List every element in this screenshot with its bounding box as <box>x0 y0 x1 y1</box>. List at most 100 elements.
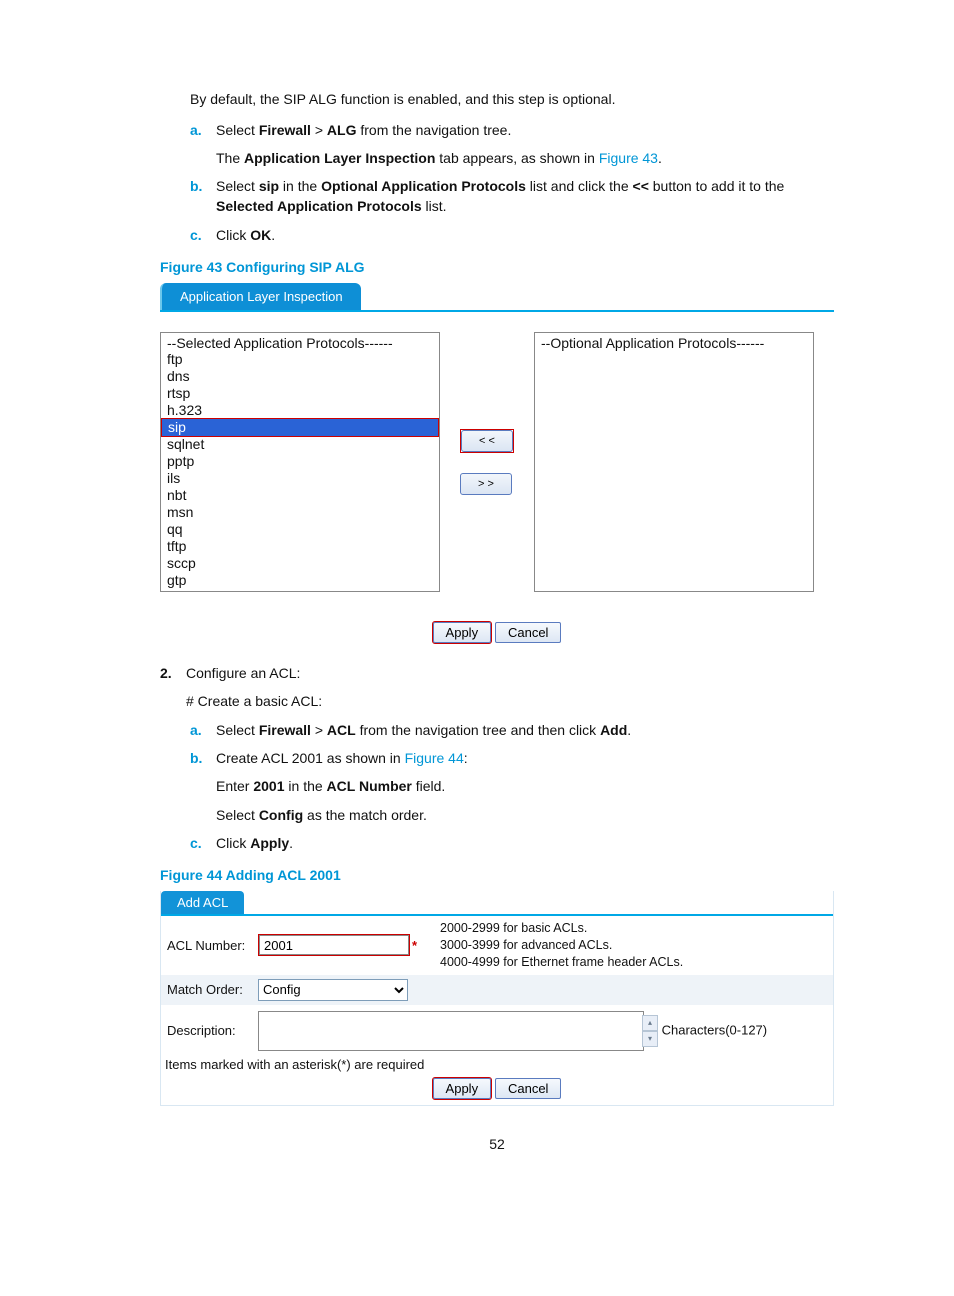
step-2: 2. Configure an ACL: <box>160 663 834 683</box>
list-item[interactable]: h.323 <box>161 402 439 419</box>
figure-43: Application Layer Inspection --Selected … <box>160 283 834 643</box>
b: ACL <box>327 722 356 738</box>
step-a: a. Select Firewall > ALG from the naviga… <box>190 120 834 140</box>
b: sip <box>259 178 279 194</box>
marker-b: b. <box>190 748 216 768</box>
selected-protocols-listbox[interactable]: --Selected Application Protocols------ f… <box>160 332 440 592</box>
tab-add-acl[interactable]: Add ACL <box>161 891 244 914</box>
selected-protocols-header: --Selected Application Protocols------ <box>161 333 439 351</box>
chars-hint: Characters(0-127) <box>662 1022 768 1037</box>
list-item[interactable]: sqlnet <box>161 436 439 453</box>
t: : <box>464 750 468 766</box>
b: Application Layer Inspection <box>244 150 435 166</box>
t: . <box>271 227 275 243</box>
list-item[interactable]: sccp <box>161 555 439 572</box>
tabstrip: Application Layer Inspection <box>160 283 834 312</box>
t: in the <box>285 778 327 794</box>
page-number: 52 <box>160 1136 834 1152</box>
match-order-label: Match Order: <box>161 976 252 1003</box>
acl-hint: 2000-2999 for basic ACLs. 3000-3999 for … <box>434 916 833 975</box>
step-2-title: Configure an ACL: <box>186 663 834 683</box>
list-item[interactable]: nbt <box>161 487 439 504</box>
list-item[interactable]: ils <box>161 470 439 487</box>
b: Apply <box>250 835 289 851</box>
row-acl-number: ACL Number: * 2000-2999 for basic ACLs. … <box>161 916 833 975</box>
t: Create ACL 2001 as shown in <box>216 750 405 766</box>
b: 2001 <box>253 778 284 794</box>
xref-figure-44[interactable]: Figure 44 <box>405 750 464 766</box>
t: list. <box>422 198 447 214</box>
t: Select <box>216 178 259 194</box>
list-item[interactable]: dns <box>161 368 439 385</box>
figure-44: Add ACL ACL Number: * 2000-2999 for basi… <box>160 891 834 1106</box>
b: ACL Number <box>327 778 412 794</box>
match-order-select[interactable]: Config <box>258 979 408 1001</box>
list-item[interactable]: msn <box>161 504 439 521</box>
list-item[interactable]: sip <box>161 418 439 437</box>
t: . <box>289 835 293 851</box>
figure-44-caption: Figure 44 Adding ACL 2001 <box>160 867 834 883</box>
b: ALG <box>327 122 357 138</box>
apply-button[interactable]: Apply <box>433 1078 492 1099</box>
b: << <box>633 178 649 194</box>
t: Enter <box>216 778 253 794</box>
marker-2: 2. <box>160 663 186 683</box>
list-item[interactable]: rtsp <box>161 385 439 402</box>
figure-43-caption: Figure 43 Configuring SIP ALG <box>160 259 834 275</box>
t: > <box>311 722 327 738</box>
apply-button[interactable]: Apply <box>433 622 492 643</box>
description-label: Description: <box>161 1017 252 1044</box>
t: The <box>216 150 244 166</box>
t: as the match order. <box>303 807 427 823</box>
row-description: Description: ▴▾ Characters(0-127) <box>161 1005 833 1057</box>
t: . <box>627 722 631 738</box>
step-2-sub: # Create a basic ACL: <box>186 691 834 711</box>
b: Config <box>259 807 303 823</box>
list-item[interactable]: gtp <box>161 572 439 589</box>
cancel-button[interactable]: Cancel <box>495 1078 561 1099</box>
acl-number-input[interactable] <box>259 935 409 955</box>
marker-c: c. <box>190 833 216 853</box>
hint-line: 2000-2999 for basic ACLs. <box>440 921 587 935</box>
list-item[interactable]: qq <box>161 521 439 538</box>
xref-figure-43[interactable]: Figure 43 <box>599 150 658 166</box>
required-note: Items marked with an asterisk(*) are req… <box>161 1057 833 1074</box>
b: Optional Application Protocols <box>321 178 526 194</box>
marker-a: a. <box>190 120 216 140</box>
scrollbar-icon: ▴▾ <box>642 1015 658 1047</box>
t: list and click the <box>526 178 633 194</box>
marker-b: b. <box>190 176 216 217</box>
t: Select <box>216 722 259 738</box>
t: in the <box>279 178 321 194</box>
cancel-button[interactable]: Cancel <box>495 622 561 643</box>
step-b: b. Select sip in the Optional Applicatio… <box>190 176 834 217</box>
optional-protocols-listbox[interactable]: --Optional Application Protocols------ <box>534 332 814 592</box>
b: Selected Application Protocols <box>216 198 422 214</box>
t: . <box>658 150 662 166</box>
add-button[interactable]: < < <box>461 430 513 452</box>
t: from the navigation tree. <box>356 122 511 138</box>
b: Firewall <box>259 722 311 738</box>
t: Select <box>216 807 259 823</box>
list-item[interactable]: tftp <box>161 538 439 555</box>
hint-line: 3000-3999 for advanced ACLs. <box>440 938 612 952</box>
tab-application-layer-inspection[interactable]: Application Layer Inspection <box>160 283 361 310</box>
b: Firewall <box>259 122 311 138</box>
list-item[interactable]: pptp <box>161 453 439 470</box>
step2-b: b. Create ACL 2001 as shown in Figure 44… <box>190 748 834 768</box>
t: Select <box>216 122 259 138</box>
t: Click <box>216 835 250 851</box>
t: Click <box>216 227 250 243</box>
acl-number-label: ACL Number: <box>161 932 252 959</box>
tabstrip: Add ACL <box>161 891 833 916</box>
t: from the navigation tree and then click <box>356 722 600 738</box>
description-textarea[interactable] <box>258 1011 644 1051</box>
list-item[interactable]: ftp <box>161 351 439 368</box>
remove-button[interactable]: > > <box>460 473 512 495</box>
b: Add <box>600 722 627 738</box>
step-c: c. Click OK. <box>190 225 834 245</box>
t: field. <box>412 778 445 794</box>
step2-c: c. Click Apply. <box>190 833 834 853</box>
t: > <box>311 122 327 138</box>
optional-protocols-header: --Optional Application Protocols------ <box>535 333 813 351</box>
